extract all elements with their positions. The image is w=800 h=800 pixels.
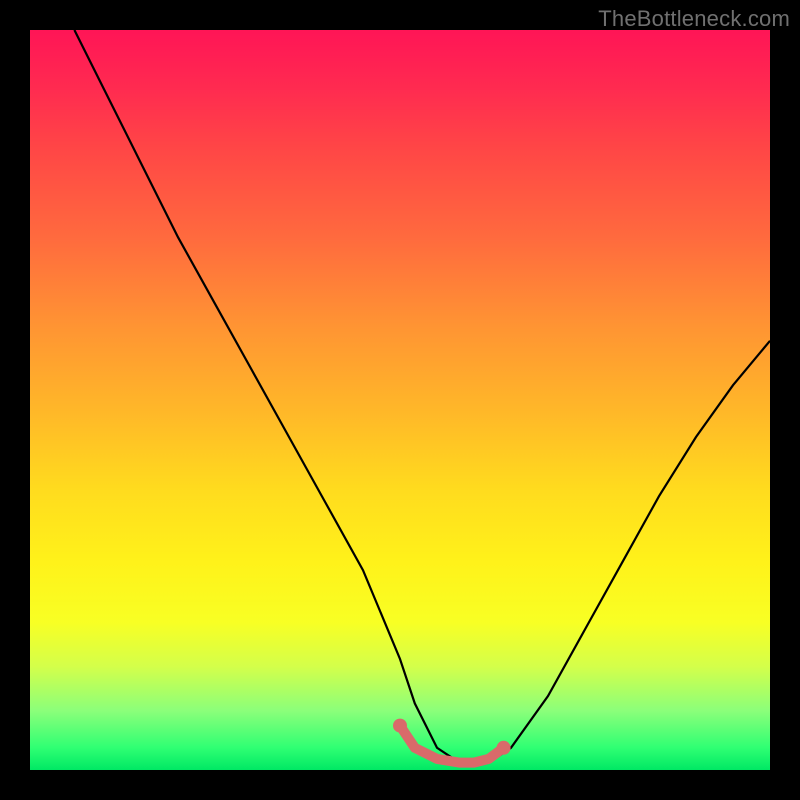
highlight-endpoint-left	[393, 719, 407, 733]
curve-overlay	[30, 30, 770, 770]
watermark-text: TheBottleneck.com	[598, 6, 790, 32]
highlight-segment-path	[400, 726, 504, 763]
highlight-endpoint-right	[497, 741, 511, 755]
plot-area	[30, 30, 770, 770]
chart-frame: TheBottleneck.com	[0, 0, 800, 800]
bottleneck-curve-path	[74, 30, 770, 766]
